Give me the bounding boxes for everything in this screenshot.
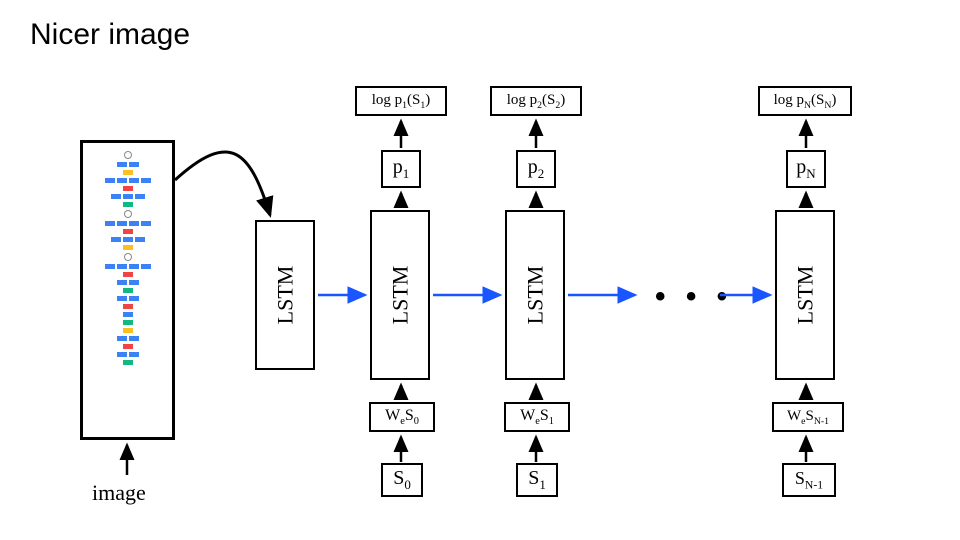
diagram-stage: image LSTM LSTM LSTM LSTM p1 p2 pN log p… xyxy=(0,80,960,520)
slide-title: Nicer image xyxy=(30,18,190,52)
ellipsis-icon: • • • xyxy=(655,280,733,314)
p2-box: p2 xyxy=(516,150,556,188)
we1-box: WeS0 xyxy=(369,402,435,432)
s0-box: S0 xyxy=(381,463,423,497)
logp2-box: log p2(S2) xyxy=(490,86,582,116)
input-label: image xyxy=(92,480,146,506)
s1-box: S1 xyxy=(516,463,558,497)
cnn-layers-icon xyxy=(91,151,164,429)
we2-box: WeS1 xyxy=(504,402,570,432)
lstm-n: LSTM xyxy=(775,210,835,380)
p1-box: p1 xyxy=(381,150,421,188)
cnn-box xyxy=(80,140,175,440)
lstm-label: LSTM xyxy=(272,266,298,325)
lstm-label: LSTM xyxy=(387,266,413,325)
pN-box: pN xyxy=(786,150,826,188)
lstm-0: LSTM xyxy=(255,220,315,370)
lstm-label: LSTM xyxy=(792,266,818,325)
logpN-box: log pN(SN) xyxy=(758,86,852,116)
lstm-2: LSTM xyxy=(505,210,565,380)
weN-box: WeSN-1 xyxy=(772,402,844,432)
sN-box: SN-1 xyxy=(782,463,836,497)
lstm-1: LSTM xyxy=(370,210,430,380)
lstm-label: LSTM xyxy=(522,266,548,325)
logp1-box: log p1(S1) xyxy=(355,86,447,116)
